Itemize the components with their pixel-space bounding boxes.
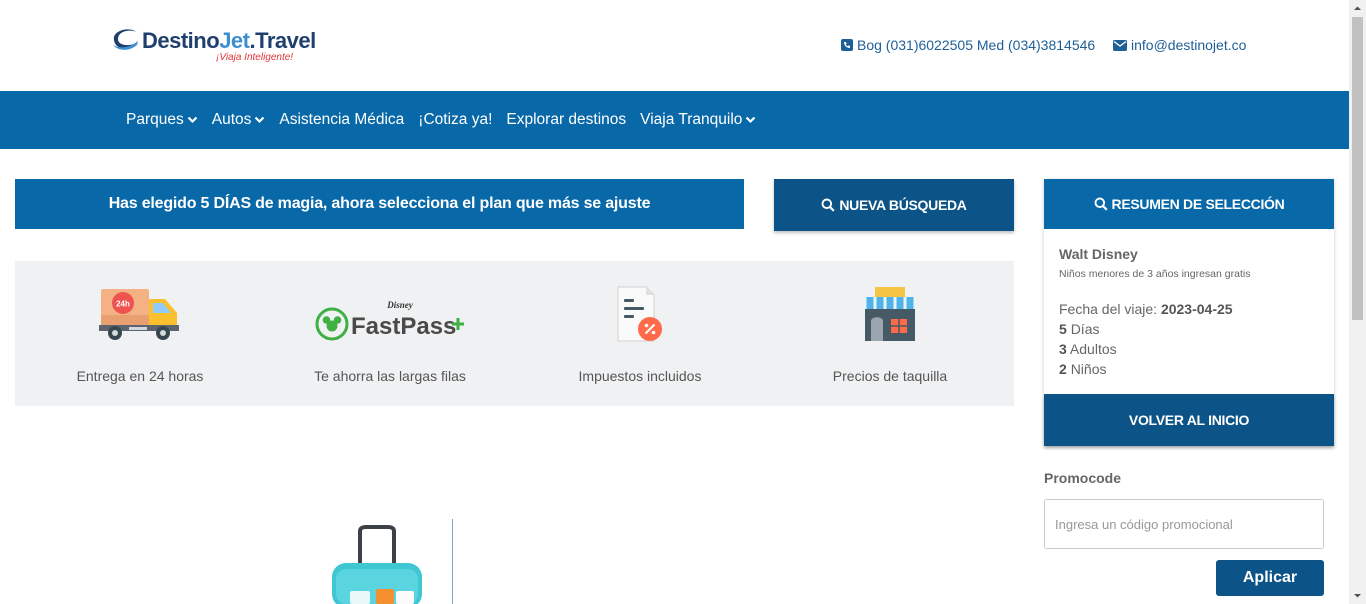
adults-value: 3 — [1059, 341, 1067, 357]
nav-item-explorar-destinos[interactable]: Explorar destinos — [506, 111, 626, 129]
nav-item-asistencia-medica[interactable]: Asistencia Médica — [279, 111, 404, 129]
nav-item-label: Autos — [211, 111, 252, 128]
delivery-truck-icon: 24h — [99, 289, 179, 340]
tax-document-icon — [617, 286, 662, 342]
chevron-down-icon — [255, 116, 265, 124]
disney-wordmark: Disney — [386, 300, 414, 310]
summary-days: 5 Días — [1059, 321, 1099, 337]
summary-park: Walt Disney — [1059, 246, 1138, 262]
feature-label: Impuestos incluidos — [578, 368, 702, 384]
destinojet-logo[interactable]: DestinoJet.Travel ¡Viaja Inteligente! — [110, 24, 316, 68]
feature-box-office: Precios de taquilla — [765, 261, 1015, 406]
new-search-button[interactable]: NUEVA BÚSQUEDA — [774, 179, 1014, 231]
summary-kids: 2 Niños — [1059, 361, 1106, 377]
suitcase-illustration — [332, 525, 422, 604]
back-to-home-button[interactable]: VOLVER AL INICIO — [1044, 394, 1334, 446]
selection-banner: Has elegido 5 DÍAS de magia, ahora selec… — [15, 179, 744, 229]
days-value: 5 — [1059, 321, 1067, 337]
phone-contact[interactable]: Bog (031)6022505 Med (034)3814546 — [841, 37, 1095, 53]
features-strip: 24h Entrega en 24 horas Disney FastPass … — [15, 261, 1014, 406]
new-search-label: NUEVA BÚSQUEDA — [839, 197, 967, 213]
scroll-up-arrow-icon[interactable] — [1349, 0, 1366, 17]
ticket-booth-icon — [863, 287, 917, 341]
scroll-down-arrow-icon[interactable] — [1349, 587, 1366, 604]
envelope-icon — [1113, 39, 1127, 51]
phone-icon — [841, 39, 853, 51]
search-icon — [1094, 197, 1108, 211]
summary-date: Fecha del viaje: 2023-04-25 — [1059, 301, 1233, 317]
search-icon — [821, 198, 835, 212]
scroll-thumb[interactable] — [1352, 17, 1363, 320]
nav-item-label: Parques — [126, 111, 184, 128]
nav-item-label: ¡Cotiza ya! — [418, 111, 493, 128]
promocode-label: Promocode — [1044, 470, 1122, 486]
apply-promocode-button[interactable]: Aplicar — [1216, 560, 1324, 596]
nav-item-label: Viaja Tranquilo — [640, 111, 743, 128]
summary-free-kids-note: Niños menores de 3 años ingresan gratis — [1059, 268, 1251, 280]
nav-item-label: Explorar destinos — [506, 111, 627, 128]
chevron-down-icon — [187, 116, 198, 124]
logo-wordmark: DestinoJet.Travel — [142, 28, 316, 54]
nav-item-parques[interactable]: Parques — [126, 111, 198, 129]
phone-numbers: Bog (031)6022505 Med (034)3814546 — [857, 37, 1096, 53]
divider-line — [452, 519, 453, 604]
summary-title: RESUMEN DE SELECCIÓN — [1111, 196, 1285, 212]
summary-adults: 3 Adultos — [1059, 341, 1117, 357]
nav-item-autos[interactable]: Autos — [212, 111, 266, 129]
kids-value: 2 — [1059, 361, 1067, 377]
feature-label: Entrega en 24 horas — [76, 368, 204, 384]
fastpass-logo: Disney FastPass — [315, 300, 464, 341]
logo-part-travel: .Travel — [249, 28, 316, 53]
date-value: 2023-04-25 — [1160, 301, 1233, 317]
nav-item-viaja-tranquilo[interactable]: Viaja Tranquilo — [640, 111, 756, 129]
summary-header: RESUMEN DE SELECCIÓN — [1044, 179, 1334, 229]
days-label: Días — [1070, 321, 1100, 337]
feature-delivery: 24h Entrega en 24 horas — [15, 261, 265, 406]
page-scrollbar[interactable] — [1349, 0, 1366, 604]
email-contact[interactable]: info@destinojet.co — [1113, 37, 1246, 53]
kids-label: Niños — [1070, 361, 1107, 377]
site-header: DestinoJet.Travel ¡Viaja Inteligente! Bo… — [0, 0, 1349, 91]
main-nav: Parques Autos Asistencia Médica ¡Cotiza … — [0, 91, 1349, 149]
chevron-down-icon — [746, 116, 756, 124]
promocode-input[interactable] — [1044, 499, 1324, 549]
email-address: info@destinojet.co — [1131, 37, 1247, 53]
feature-label: Precios de taquilla — [832, 368, 948, 384]
24h-badge-text: 24h — [116, 300, 130, 309]
nav-items: Parques Autos Asistencia Médica ¡Cotiza … — [126, 91, 756, 149]
nav-item-cotiza[interactable]: ¡Cotiza ya! — [418, 111, 492, 129]
swoosh-logo-icon — [113, 29, 138, 50]
feature-taxes: Impuestos incluidos — [515, 261, 765, 406]
logo-tagline: ¡Viaja Inteligente! — [216, 52, 294, 63]
nav-item-label: Asistencia Médica — [279, 111, 405, 128]
feature-label: Te ahorra las largas filas — [314, 368, 466, 384]
feature-fastpass: Disney FastPass Te ahorra las largas fil… — [265, 261, 515, 406]
logo-part-destino: Destino — [142, 28, 220, 53]
date-label: Fecha del viaje: — [1059, 301, 1158, 317]
logo-part-jet: Jet — [219, 28, 250, 53]
adults-label: Adultos — [1069, 341, 1117, 357]
fastpass-wordmark: FastPass — [351, 313, 456, 340]
